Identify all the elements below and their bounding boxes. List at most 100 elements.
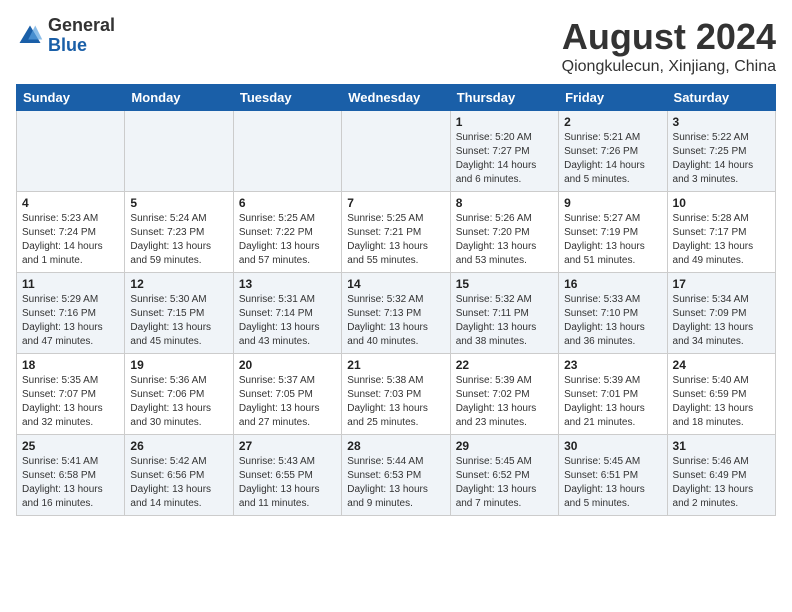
calendar-cell: 18 Sunrise: 5:35 AM Sunset: 7:07 PM Dayli… [17,354,125,435]
calendar-cell [17,111,125,192]
calendar-cell: 20Sunrise: 5:37 AM Sunset: 7:05 PM Dayli… [233,354,341,435]
day-number: 16 [564,277,661,291]
calendar-cell [125,111,233,192]
calendar-cell: 23 Sunrise: 5:39 AM Sunset: 7:01 PM Dayli… [559,354,667,435]
day-number: 10 [673,196,770,210]
page-header: General Blue August 2024 Qiongkulecun, X… [16,16,776,76]
day-number: 6 [239,196,336,210]
calendar-cell: 29 Sunrise: 5:45 AM Sunset: 6:52 PM Dayli… [450,435,558,516]
weekday-header-row: SundayMondayTuesdayWednesdayThursdayFrid… [17,85,776,111]
calendar-cell: 30 Sunrise: 5:45 AM Sunset: 6:51 PM Dayli… [559,435,667,516]
calendar-cell: 19Sunrise: 5:36 AM Sunset: 7:06 PM Dayli… [125,354,233,435]
day-number: 23 [564,358,661,372]
day-number: 15 [456,277,553,291]
day-info: Sunrise: 5:27 AM Sunset: 7:19 PM Dayligh… [564,212,661,268]
day-number: 5 [130,196,227,210]
calendar-cell: 8 Sunrise: 5:26 AM Sunset: 7:20 PM Daylig… [450,192,558,273]
day-number: 27 [239,439,336,453]
calendar-cell: 12 Sunrise: 5:30 AM Sunset: 7:15 PM Dayli… [125,273,233,354]
day-info: Sunrise: 5:42 AM Sunset: 6:56 PM Dayligh… [130,455,227,511]
day-info: Sunrise: 5:40 AM Sunset: 6:59 PM Dayligh… [673,374,770,430]
weekday-header-friday: Friday [559,85,667,111]
day-info: Sunrise: 5:39 AM Sunset: 7:02 PM Dayligh… [456,374,553,430]
day-info: Sunrise: 5:46 AM Sunset: 6:49 PM Dayligh… [673,455,770,511]
month-title: August 2024 [562,16,776,58]
day-info: Sunrise: 5:20 AM Sunset: 7:27 PM Dayligh… [456,131,553,187]
calendar-week-row: 25 Sunrise: 5:41 AM Sunset: 6:58 PM Dayli… [17,435,776,516]
calendar-cell [342,111,450,192]
day-info: Sunrise: 5:22 AM Sunset: 7:25 PM Dayligh… [673,131,770,187]
day-number: 21 [347,358,444,372]
logo-general-text: General [48,16,115,36]
day-info: Sunrise: 5:39 AM Sunset: 7:01 PM Dayligh… [564,374,661,430]
weekday-header-thursday: Thursday [450,85,558,111]
day-number: 20 [239,358,336,372]
day-number: 2 [564,115,661,129]
day-number: 1 [456,115,553,129]
calendar-week-row: 18 Sunrise: 5:35 AM Sunset: 7:07 PM Dayli… [17,354,776,435]
calendar-week-row: 11Sunrise: 5:29 AM Sunset: 7:16 PM Dayli… [17,273,776,354]
day-number: 13 [239,277,336,291]
calendar-week-row: 1 Sunrise: 5:20 AM Sunset: 7:27 PM Daylig… [17,111,776,192]
day-number: 14 [347,277,444,291]
day-info: Sunrise: 5:45 AM Sunset: 6:52 PM Dayligh… [456,455,553,511]
calendar-cell: 13Sunrise: 5:31 AM Sunset: 7:14 PM Dayli… [233,273,341,354]
day-number: 8 [456,196,553,210]
day-info: Sunrise: 5:33 AM Sunset: 7:10 PM Dayligh… [564,293,661,349]
day-number: 4 [22,196,119,210]
weekday-header-sunday: Sunday [17,85,125,111]
day-info: Sunrise: 5:35 AM Sunset: 7:07 PM Dayligh… [22,374,119,430]
calendar-week-row: 4 Sunrise: 5:23 AM Sunset: 7:24 PM Daylig… [17,192,776,273]
calendar-cell: 6Sunrise: 5:25 AM Sunset: 7:22 PM Daylig… [233,192,341,273]
day-number: 25 [22,439,119,453]
day-info: Sunrise: 5:26 AM Sunset: 7:20 PM Dayligh… [456,212,553,268]
day-number: 24 [673,358,770,372]
calendar-cell: 2 Sunrise: 5:21 AM Sunset: 7:26 PM Daylig… [559,111,667,192]
calendar-cell: 15 Sunrise: 5:32 AM Sunset: 7:11 PM Dayli… [450,273,558,354]
day-number: 3 [673,115,770,129]
day-info: Sunrise: 5:30 AM Sunset: 7:15 PM Dayligh… [130,293,227,349]
day-number: 12 [130,277,227,291]
calendar-cell: 11Sunrise: 5:29 AM Sunset: 7:16 PM Dayli… [17,273,125,354]
calendar-cell: 14 Sunrise: 5:32 AM Sunset: 7:13 PM Dayli… [342,273,450,354]
calendar-cell: 31 Sunrise: 5:46 AM Sunset: 6:49 PM Dayli… [667,435,775,516]
day-number: 11 [22,277,119,291]
calendar-cell: 21 Sunrise: 5:38 AM Sunset: 7:03 PM Dayli… [342,354,450,435]
calendar-cell: 1 Sunrise: 5:20 AM Sunset: 7:27 PM Daylig… [450,111,558,192]
day-number: 22 [456,358,553,372]
day-info: Sunrise: 5:28 AM Sunset: 7:17 PM Dayligh… [673,212,770,268]
day-info: Sunrise: 5:32 AM Sunset: 7:11 PM Dayligh… [456,293,553,349]
day-info: Sunrise: 5:23 AM Sunset: 7:24 PM Dayligh… [22,212,119,268]
day-number: 28 [347,439,444,453]
day-info: Sunrise: 5:25 AM Sunset: 7:21 PM Dayligh… [347,212,444,268]
calendar-cell: 17 Sunrise: 5:34 AM Sunset: 7:09 PM Dayli… [667,273,775,354]
day-info: Sunrise: 5:38 AM Sunset: 7:03 PM Dayligh… [347,374,444,430]
logo: General Blue [16,16,115,56]
day-info: Sunrise: 5:36 AM Sunset: 7:06 PM Dayligh… [130,374,227,430]
day-number: 17 [673,277,770,291]
day-info: Sunrise: 5:41 AM Sunset: 6:58 PM Dayligh… [22,455,119,511]
day-info: Sunrise: 5:32 AM Sunset: 7:13 PM Dayligh… [347,293,444,349]
calendar-table: SundayMondayTuesdayWednesdayThursdayFrid… [16,84,776,516]
day-number: 18 [22,358,119,372]
day-info: Sunrise: 5:45 AM Sunset: 6:51 PM Dayligh… [564,455,661,511]
logo-icon [16,22,44,50]
logo-blue-text: Blue [48,36,115,56]
title-block: August 2024 Qiongkulecun, Xinjiang, Chin… [562,16,776,76]
weekday-header-tuesday: Tuesday [233,85,341,111]
day-info: Sunrise: 5:34 AM Sunset: 7:09 PM Dayligh… [673,293,770,349]
calendar-cell: 26Sunrise: 5:42 AM Sunset: 6:56 PM Dayli… [125,435,233,516]
day-info: Sunrise: 5:44 AM Sunset: 6:53 PM Dayligh… [347,455,444,511]
day-info: Sunrise: 5:21 AM Sunset: 7:26 PM Dayligh… [564,131,661,187]
location-title: Qiongkulecun, Xinjiang, China [562,58,776,76]
calendar-cell: 22 Sunrise: 5:39 AM Sunset: 7:02 PM Dayli… [450,354,558,435]
calendar-cell: 3 Sunrise: 5:22 AM Sunset: 7:25 PM Daylig… [667,111,775,192]
day-number: 29 [456,439,553,453]
calendar-cell: 10 Sunrise: 5:28 AM Sunset: 7:17 PM Dayli… [667,192,775,273]
day-number: 7 [347,196,444,210]
calendar-cell: 9Sunrise: 5:27 AM Sunset: 7:19 PM Daylig… [559,192,667,273]
weekday-header-monday: Monday [125,85,233,111]
calendar-cell: 28 Sunrise: 5:44 AM Sunset: 6:53 PM Dayli… [342,435,450,516]
day-number: 31 [673,439,770,453]
day-number: 30 [564,439,661,453]
